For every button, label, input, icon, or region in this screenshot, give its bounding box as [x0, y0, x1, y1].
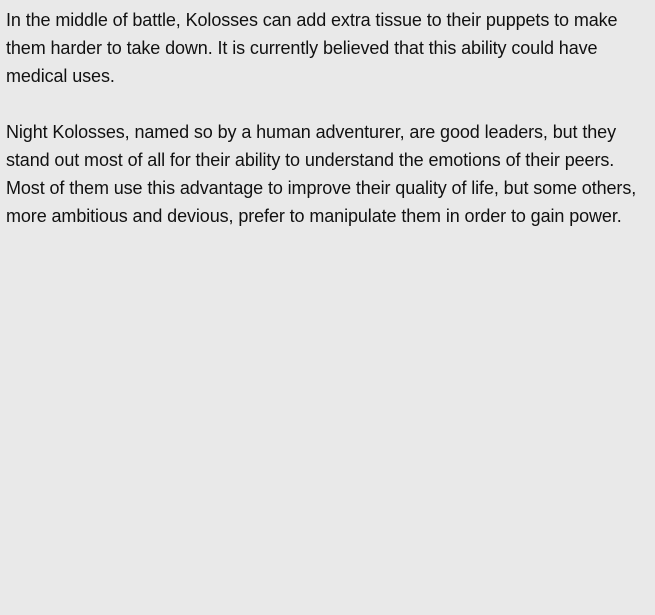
paragraph-night-kolosses: Night Kolosses, named so by a human adve…: [6, 122, 637, 226]
text-content: In the middle of battle, Kolosses can ad…: [6, 6, 646, 230]
paragraph-tissue-ability: In the middle of battle, Kolosses can ad…: [6, 10, 618, 86]
